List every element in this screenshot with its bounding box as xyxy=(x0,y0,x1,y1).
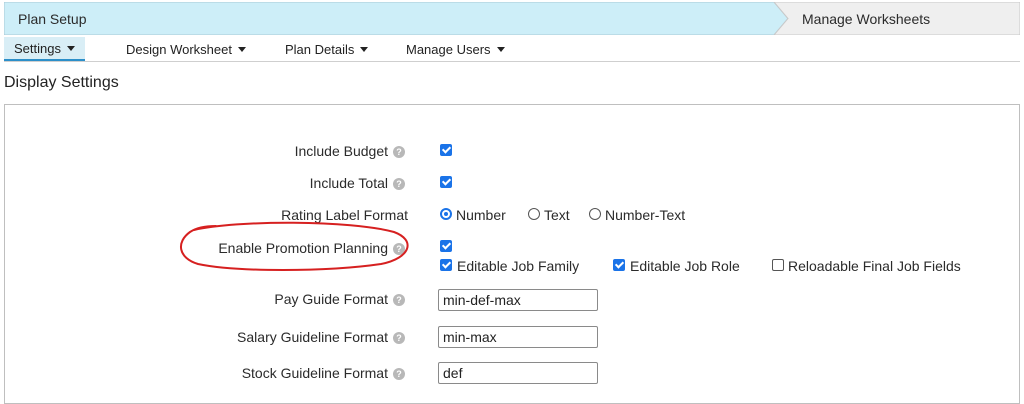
editable-job-family-label: Editable Job Family xyxy=(457,258,580,274)
include-budget-checkbox[interactable] xyxy=(440,144,452,156)
display-settings-panel xyxy=(4,104,1020,404)
editable-job-family-checkbox[interactable] xyxy=(440,259,452,271)
nav-settings[interactable]: Settings xyxy=(4,37,85,61)
reloadable-final-job-fields-checkbox[interactable] xyxy=(772,259,784,271)
section-title: Display Settings xyxy=(4,74,119,91)
caret-down-icon xyxy=(360,46,369,52)
salary-guideline-format-label: Salary Guideline Format? xyxy=(237,329,405,345)
include-total-checkbox[interactable] xyxy=(440,176,452,188)
help-icon[interactable]: ? xyxy=(393,178,405,190)
include-budget-label: Include Budget? xyxy=(295,143,405,159)
radio-number-label: Number xyxy=(456,207,506,223)
editable-job-role-checkbox[interactable] xyxy=(613,259,625,271)
radio-number-text-label: Number-Text xyxy=(605,207,686,223)
sub-navigation: Settings Design Worksheet Plan Details M… xyxy=(4,37,1020,62)
reloadable-final-job-fields-label: Reloadable Final Job Fields xyxy=(788,258,961,274)
nav-manage-users-label: Manage Users xyxy=(406,41,491,57)
include-total-label: Include Total? xyxy=(310,175,405,191)
stock-guideline-format-input[interactable] xyxy=(438,362,598,384)
caret-down-icon xyxy=(496,46,505,52)
stock-guideline-format-label-text: Stock Guideline Format xyxy=(241,365,388,381)
step-plan-setup[interactable]: Plan Setup xyxy=(18,11,87,27)
salary-guideline-format-input[interactable] xyxy=(438,326,598,348)
include-total-label-text: Include Total xyxy=(309,175,388,191)
enable-promotion-planning-checkbox[interactable] xyxy=(440,240,452,252)
nav-settings-label: Settings xyxy=(14,40,61,56)
step-bar: Plan Setup Manage Worksheets xyxy=(4,2,1020,35)
caret-down-icon xyxy=(66,45,75,51)
nav-design-worksheet-label: Design Worksheet xyxy=(126,41,232,57)
stock-guideline-format-label: Stock Guideline Format? xyxy=(242,365,405,381)
caret-down-icon xyxy=(237,46,246,52)
help-icon[interactable]: ? xyxy=(393,146,405,158)
nav-plan-details[interactable]: Plan Details xyxy=(285,37,369,61)
nav-design-worksheet[interactable]: Design Worksheet xyxy=(126,37,246,61)
step-manage-worksheets[interactable]: Manage Worksheets xyxy=(802,11,930,27)
radio-text-label: Text xyxy=(544,207,570,223)
include-budget-label-text: Include Budget xyxy=(294,143,388,159)
editable-job-role-label: Editable Job Role xyxy=(630,258,740,274)
salary-guideline-format-label-text: Salary Guideline Format xyxy=(237,329,388,345)
pay-guide-format-label: Pay Guide Format? xyxy=(274,291,405,307)
help-icon[interactable]: ? xyxy=(393,332,405,344)
radio-text[interactable] xyxy=(528,208,540,220)
annotation-circle xyxy=(180,221,409,271)
pay-guide-format-input[interactable] xyxy=(438,289,598,311)
nav-plan-details-label: Plan Details xyxy=(285,41,355,57)
radio-number-text[interactable] xyxy=(589,208,601,220)
pay-guide-format-label-text: Pay Guide Format xyxy=(274,291,388,307)
radio-number[interactable] xyxy=(440,208,452,220)
nav-manage-users[interactable]: Manage Users xyxy=(406,37,505,61)
help-icon[interactable]: ? xyxy=(393,368,405,380)
help-icon[interactable]: ? xyxy=(393,294,405,306)
